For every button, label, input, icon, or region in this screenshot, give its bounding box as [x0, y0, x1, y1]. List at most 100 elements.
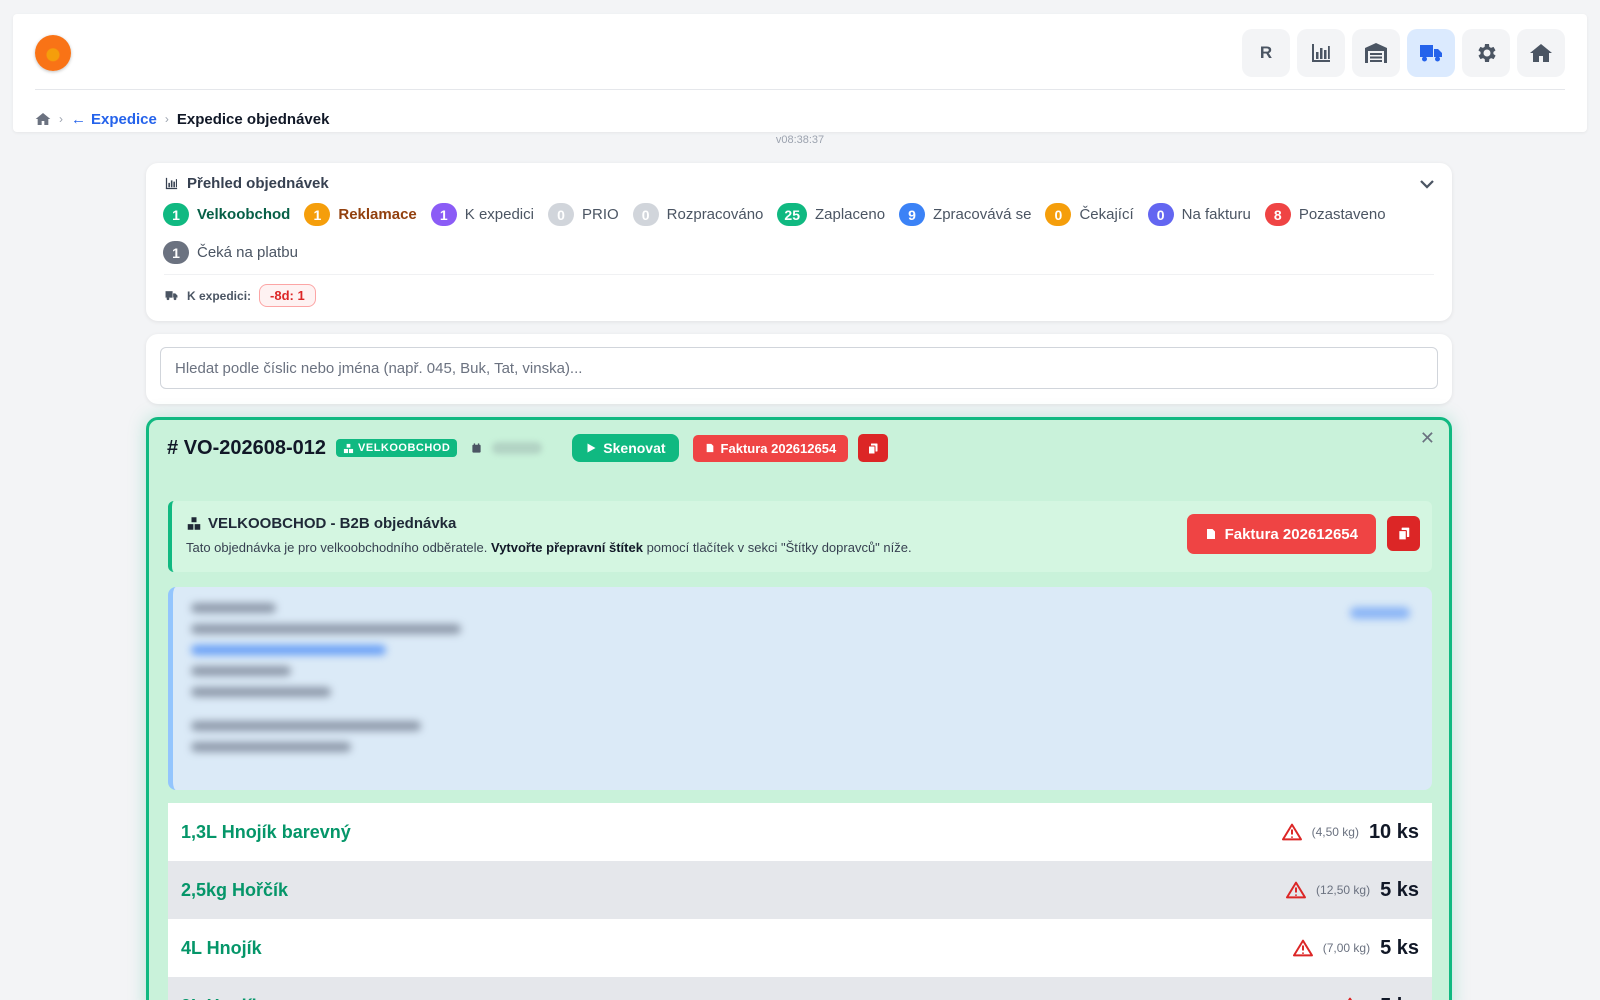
pdf-file-icon: [1206, 529, 1215, 539]
badge-count: 1: [430, 203, 457, 226]
item-quantity: 10 ks: [1368, 820, 1419, 843]
badge-count: 1: [304, 203, 331, 226]
status-badge[interactable]: 0 Rozpracováno: [632, 203, 764, 226]
settings-button[interactable]: [1462, 29, 1510, 77]
breadcrumb-home-icon[interactable]: [35, 111, 51, 127]
user-initial: R: [1259, 43, 1273, 62]
invoice-button-small[interactable]: Faktura 202612654: [692, 434, 849, 462]
item-weight: (7,00 kg): [1322, 941, 1371, 955]
blurred-customer-details: [191, 603, 461, 763]
order-items-list: 1,3L Hnojík barevný (4,50 kg) 10 ks 2,5kg H…: [168, 803, 1432, 1000]
k-expedici-label: K expedici:: [187, 288, 252, 303]
close-icon[interactable]: ✕: [1420, 428, 1435, 449]
stats-button[interactable]: [1297, 29, 1345, 77]
status-badge[interactable]: 0 Čekající: [1045, 203, 1134, 226]
k-expedici-pill[interactable]: -8d: 1: [259, 284, 316, 307]
status-badge[interactable]: 1 Reklamace: [304, 203, 417, 226]
invoice-button[interactable]: Faktura 202612654: [1186, 514, 1376, 554]
arrow-left-icon: ←: [71, 110, 86, 128]
order-card: # VO-202608-012 VELKOOBCHOD Skenovat Fak…: [146, 417, 1452, 1000]
badge-label: Zaplaceno: [814, 206, 886, 223]
item-weight: (4,50 kg): [1311, 825, 1359, 839]
warehouse-icon: [1365, 43, 1387, 63]
b2b-notice-desc: Tato objednávka je pro velkoobchodního o…: [186, 540, 912, 555]
warning-icon: [1286, 881, 1307, 899]
status-badge[interactable]: 0 PRIO: [547, 203, 619, 226]
breadcrumb-parent-label: Expedice: [91, 110, 157, 128]
home-button[interactable]: [1517, 29, 1565, 77]
copy-icon: [1397, 527, 1409, 541]
app-header: R › ← Expedice › Expedice objednávek: [13, 14, 1587, 132]
calendar-icon: [471, 442, 482, 454]
boxes-icon: [343, 443, 354, 453]
item-meta: (4,50 kg) 10 ks: [1281, 820, 1419, 844]
chart-icon: [165, 177, 178, 190]
k-expedici-summary: K expedici: -8d: 1: [164, 284, 316, 307]
badge-label: Čekající: [1079, 206, 1134, 223]
blurred-action-link: [1350, 607, 1410, 619]
breadcrumb-parent-link[interactable]: ← Expedice: [71, 111, 157, 128]
badge-count: 0: [547, 203, 574, 226]
badge-label: Velkoobchod: [197, 206, 291, 223]
copy-icon: [868, 443, 878, 454]
status-badge[interactable]: 25 Zaplaceno: [777, 203, 885, 226]
order-item-row[interactable]: 2,5kg Hořčík (12,50 kg) 5 ks: [168, 861, 1432, 919]
status-badge[interactable]: 1 Velkoobchod: [163, 203, 290, 226]
order-number: # VO-202608-012: [167, 436, 327, 459]
b2b-notice: VELKOOBCHOD - B2B objednávka Tato objedn…: [168, 501, 1432, 572]
play-icon: [587, 443, 596, 453]
order-item-row[interactable]: 4L Hnojík (7,00 kg) 5 ks: [168, 919, 1432, 977]
status-badge[interactable]: 1 Čeká na platbu: [163, 241, 298, 264]
product-name[interactable]: 9L Hnojík: [181, 996, 1340, 1000]
overview-title[interactable]: Přehled objednávek: [164, 175, 329, 192]
app-logo[interactable]: [35, 35, 71, 71]
breadcrumb-separator: ›: [164, 112, 169, 126]
scan-button[interactable]: Skenovat: [572, 434, 679, 462]
copy-invoice-button[interactable]: [1387, 516, 1420, 551]
copy-invoice-button-small[interactable]: [858, 434, 889, 462]
breadcrumb-separator: ›: [59, 112, 63, 126]
warehouse-button[interactable]: [1352, 29, 1400, 77]
truck-icon: [165, 291, 178, 301]
boxes-icon: [187, 517, 201, 530]
product-name[interactable]: 1,3L Hnojík barevný: [181, 822, 1282, 843]
badge-label: Rozpracováno: [666, 206, 764, 223]
version-label: v08:38:37: [775, 134, 825, 146]
hash-icon: #: [167, 436, 184, 459]
warning-icon: [1292, 939, 1313, 957]
b2b-notice-title: VELKOOBCHOD - B2B objednávka: [186, 515, 456, 532]
badge-count: 8: [1264, 203, 1291, 226]
status-badge[interactable]: 0 Na fakturu: [1147, 203, 1251, 226]
user-initial-button[interactable]: R: [1242, 29, 1290, 77]
order-item-row[interactable]: 1,3L Hnojík barevný (4,50 kg) 10 ks: [168, 803, 1432, 861]
b2b-title-label: VELKOOBCHOD - B2B objednávka: [208, 515, 457, 532]
order-item-row[interactable]: 9L Hnojík 5 ks: [168, 977, 1432, 1000]
badge-count: 0: [1045, 203, 1072, 226]
badge-label: Čeká na platbu: [197, 244, 298, 261]
item-quantity: 5 ks: [1380, 995, 1419, 1000]
status-badge[interactable]: 8 Pozastaveno: [1264, 203, 1386, 226]
search-input[interactable]: [160, 347, 1438, 389]
status-badges: 1 Velkoobchod 1 Reklamace 1 K expedici 0 PRIO 0 R…: [163, 203, 1423, 264]
badge-label: Reklamace: [338, 206, 417, 223]
badge-count: 25: [777, 203, 807, 226]
item-quantity: 5 ks: [1380, 936, 1419, 959]
badge-label: Na fakturu: [1181, 206, 1251, 223]
status-badge[interactable]: 9 Zpracovává se: [899, 203, 1031, 226]
order-header: # VO-202608-012 VELKOOBCHOD Skenovat Fak…: [167, 434, 889, 462]
breadcrumb: › ← Expedice › Expedice objednávek: [35, 100, 329, 138]
chevron-down-icon[interactable]: [1418, 175, 1436, 198]
order-type-tag: VELKOOBCHOD: [336, 439, 458, 457]
badge-count: 9: [899, 203, 926, 226]
chart-icon: [1312, 44, 1330, 62]
breadcrumb-current: Expedice objednávek: [176, 110, 330, 128]
status-badge[interactable]: 1 K expedici: [430, 203, 534, 226]
item-quantity: 5 ks: [1380, 878, 1419, 901]
product-name[interactable]: 4L Hnojík: [181, 938, 1293, 959]
item-meta: (7,00 kg) 5 ks: [1292, 936, 1419, 960]
truck-icon: [1420, 45, 1442, 62]
invoice-label: Faktura 202612654: [720, 440, 837, 456]
shipping-button[interactable]: [1407, 29, 1455, 77]
item-meta: 5 ks: [1340, 995, 1419, 1000]
product-name[interactable]: 2,5kg Hořčík: [181, 880, 1286, 901]
